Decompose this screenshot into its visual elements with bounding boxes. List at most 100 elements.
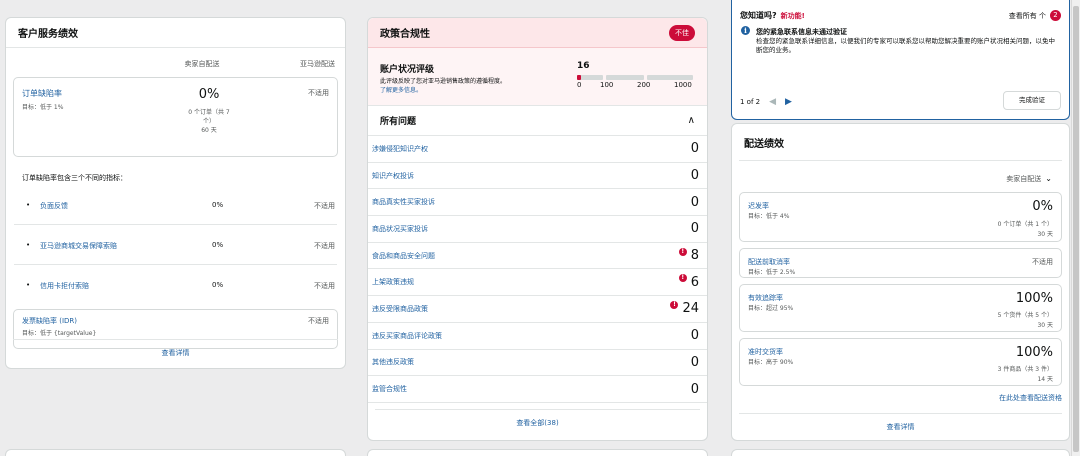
metric-pct: 0% xyxy=(212,241,224,249)
late-shipment-metric: 迟发率 目标：低于 4% 0% 0 个订单（共 1 个） 30 天 xyxy=(739,192,1062,242)
notice-title: 您的紧急联系信息未通过验证 xyxy=(756,28,847,36)
fulfillment-selector[interactable]: 卖家自配送 ⌄ xyxy=(739,160,1062,186)
ahr-gauge xyxy=(577,75,693,80)
issue-count: 0 xyxy=(690,328,699,344)
next-card-stub xyxy=(367,449,708,456)
issue-link[interactable]: 食品和商品安全问题 xyxy=(372,251,679,261)
issues-title: 所有问题 xyxy=(380,117,417,127)
issue-row: 其他违反政策 0 xyxy=(368,350,707,377)
issue-link[interactable]: 商品真实性买家投诉 xyxy=(372,197,691,207)
odr-metric: 订单缺陷率 目标：低于 1% 0% 0 个订单（共 7 个） 60 天 不适用 xyxy=(13,77,338,157)
customer-service-card: 客户服务绩效 卖家自配送 亚马逊配送 订单缺陷率 目标：低于 1% 0% 0 个… xyxy=(5,17,346,369)
policy-compliance-card: 政策合规性 不佳 账户状况评级 此评级反映了您对亚马逊销售政策的遵循程度。 了解… xyxy=(367,17,708,441)
metric-target: 目标：低于 4% xyxy=(748,213,790,220)
metric-link[interactable]: 准时交货率 xyxy=(748,347,783,357)
issue-row: 商品状况买家投诉 0 xyxy=(368,216,707,243)
issue-count: 0 xyxy=(690,141,699,157)
view-all-notices[interactable]: 查看所有 个 2 xyxy=(1009,10,1061,21)
idr-amazon: 不适用 xyxy=(308,317,329,325)
chevron-down-icon[interactable]: ⌄ xyxy=(1045,174,1052,183)
view-details-link[interactable]: 查看详情 xyxy=(739,413,1062,432)
chargeback-link[interactable]: 信用卡拒付索赔 xyxy=(40,281,89,291)
selector-value[interactable]: 卖家自配送 xyxy=(1006,174,1041,184)
valid-tracking-metric: 有效追踪率 目标：超过 95% 100% 5 个货件（共 5 个） 30 天 xyxy=(739,284,1062,332)
metric-link[interactable]: 有效追踪率 xyxy=(748,293,783,303)
account-health-rating: 账户状况评级 此评级反映了您对亚马逊销售政策的遵循程度。 了解更多信息。 16 … xyxy=(368,48,707,106)
metric-link[interactable]: 配送前取消率 xyxy=(748,257,790,267)
on-time-delivery-metric: 准时交货率 目标：高于 90% 100% 3 件商品（共 3 件） 14 天 xyxy=(739,338,1062,386)
issues-header[interactable]: 所有问题 ∧ xyxy=(368,106,707,136)
view-details-link[interactable]: 查看详情 xyxy=(13,339,338,358)
prev-arrow-icon[interactable]: ◀ xyxy=(769,97,776,107)
gauge-fill xyxy=(577,75,581,80)
idr-link[interactable]: 发票缺陷率 (IDR) xyxy=(22,316,77,326)
issue-link[interactable]: 其他违反政策 xyxy=(372,357,691,367)
gauge-segment xyxy=(647,75,693,80)
page-scrollbar[interactable] xyxy=(1071,0,1080,456)
alert-icon: ! xyxy=(678,274,687,283)
idr-target: 目标：低于 {targetValue} xyxy=(22,330,97,337)
odr-link[interactable]: 订单缺陷率 xyxy=(22,88,62,99)
bullet: • xyxy=(26,241,31,249)
bullet: • xyxy=(26,201,31,209)
issue-link[interactable]: 违反买家商品评论政策 xyxy=(372,331,691,341)
metric-detail: 5 个货件（共 5 个） xyxy=(997,312,1053,319)
notice-pager: 1 of 2 ◀ ▶ xyxy=(740,97,792,107)
ahr-score: 16 xyxy=(577,61,590,71)
did-you-know-panel: 您知道吗? 新功能! 查看所有 个 2 i 您的紧急联系信息未通过验证 检查您的紧… xyxy=(731,0,1070,120)
delivery-eligibility-link[interactable]: 在此处查看配送资格 xyxy=(732,386,1069,403)
issue-link[interactable]: 知识产权投诉 xyxy=(372,171,691,181)
metric-target: 目标：高于 90% xyxy=(748,359,794,366)
issue-count: 6 xyxy=(690,274,699,290)
metric-na: 不适用 xyxy=(1032,258,1053,266)
metric-detail: 0 个订单（共 1 个） xyxy=(997,221,1053,228)
card-header: 配送绩效 xyxy=(732,124,1069,160)
issue-link[interactable]: 违反受限商品政策 xyxy=(372,304,670,314)
odr-value: 0% xyxy=(198,87,220,102)
metric-period: 14 天 xyxy=(1037,376,1053,383)
issue-link[interactable]: 涉嫌侵犯知识产权 xyxy=(372,144,691,154)
card-title: 客户服务绩效 xyxy=(18,29,78,40)
negative-feedback-link[interactable]: 负面反馈 xyxy=(40,201,68,211)
alert-icon: ! xyxy=(678,247,687,256)
view-all-link[interactable]: 查看全部(38) xyxy=(375,409,700,428)
next-card-stub xyxy=(731,449,1070,456)
issue-row: 涉嫌侵犯知识产权 0 xyxy=(368,136,707,163)
issue-link[interactable]: 监管合规性 xyxy=(372,384,691,394)
gauge-tick: 200 xyxy=(637,81,651,89)
metric-link[interactable]: 迟发率 xyxy=(748,201,769,211)
ahr-title: 账户状况评级 xyxy=(380,65,435,75)
az-claims-link[interactable]: 亚马逊商城交易保障索赔 xyxy=(40,241,117,251)
next-arrow-icon[interactable]: ▶ xyxy=(785,97,792,107)
sub-metric-row: • 亚马逊商城交易保障索赔 0% 不适用 xyxy=(14,225,337,265)
card-header: 政策合规性 不佳 xyxy=(368,18,707,48)
metric-detail: 3 件商品（共 3 件） xyxy=(997,366,1053,373)
odr-note: 订单缺陷率包含三个不同的指标： xyxy=(22,174,127,182)
learn-more-link[interactable]: 了解更多信息。 xyxy=(380,87,422,94)
issue-count: 0 xyxy=(690,168,699,184)
metric-pct: 0% xyxy=(212,201,224,209)
issue-row: 知识产权投诉 0 xyxy=(368,163,707,190)
dyk-header: 您知道吗? 新功能! xyxy=(740,10,805,21)
notice-count-badge: 2 xyxy=(1050,10,1061,21)
sub-metric-row: • 负面反馈 0% 不适用 xyxy=(14,185,337,225)
issue-link[interactable]: 商品状况买家投诉 xyxy=(372,224,691,234)
odr-orders: 0 个订单（共 7 xyxy=(188,109,230,116)
metric-value: 0% xyxy=(1032,199,1053,214)
scrollbar-thumb[interactable] xyxy=(1073,6,1079,452)
complete-verification-button[interactable]: 完成验证 xyxy=(1003,91,1061,110)
issue-row: 商品真实性买家投诉 0 xyxy=(368,189,707,217)
odr-amazon: 不适用 xyxy=(308,89,329,97)
card-title: 配送绩效 xyxy=(744,138,784,150)
gauge-tick: 100 xyxy=(600,81,614,89)
issue-link[interactable]: 上架政策违规 xyxy=(372,277,679,287)
next-card-stub xyxy=(5,449,346,456)
dyk-title: 您知道吗? xyxy=(740,11,777,20)
gauge-tick: 0 xyxy=(577,81,582,89)
chevron-up-icon[interactable]: ∧ xyxy=(688,115,695,126)
gauge-segment xyxy=(606,75,644,80)
issue-count: 24 xyxy=(682,301,699,317)
delivery-performance-card: 配送绩效 卖家自配送 ⌄ 迟发率 目标：低于 4% 0% 0 个订单（共 1 个… xyxy=(731,123,1070,441)
bullet: • xyxy=(26,281,31,289)
view-all-label[interactable]: 查看所有 个 xyxy=(1009,11,1046,21)
